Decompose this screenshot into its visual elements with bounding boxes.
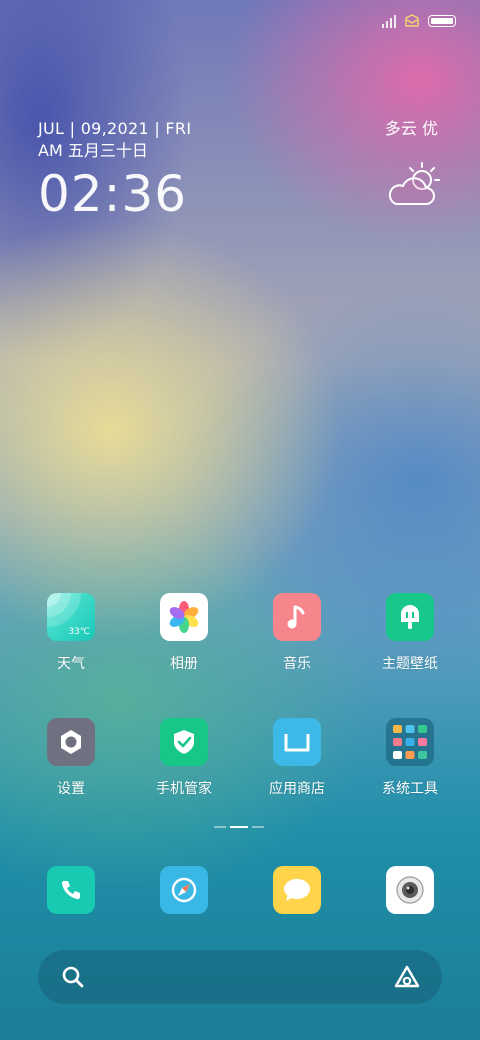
- system-tools-folder-icon: [386, 718, 434, 766]
- app-label: 主题壁纸: [382, 656, 438, 672]
- app-folder-system-tools[interactable]: 系统工具: [362, 718, 458, 798]
- dock-camera[interactable]: [362, 866, 458, 914]
- app-label: 设置: [57, 781, 85, 797]
- time-text: 02:36: [38, 165, 188, 223]
- phone-icon: [47, 866, 95, 914]
- settings-app-icon: [47, 718, 95, 766]
- status-bar: [382, 12, 456, 30]
- messages-icon: [273, 866, 321, 914]
- clock-widget[interactable]: JUL | 09,2021 | FRI AM 五月三十日 02:36: [38, 118, 191, 222]
- battery-icon: [428, 15, 456, 27]
- search-icon[interactable]: [60, 964, 86, 990]
- dock-messages[interactable]: [249, 866, 345, 914]
- security-app-icon: [160, 718, 208, 766]
- browser-icon: [160, 866, 208, 914]
- app-label: 应用商店: [269, 781, 325, 797]
- global-search-bar[interactable]: [38, 950, 442, 1004]
- lunar-date-text: AM 五月三十日: [38, 141, 148, 160]
- theme-app-icon: [386, 593, 434, 641]
- app-label: 系统工具: [382, 781, 438, 797]
- weather-summary[interactable]: 多云 优: [385, 118, 438, 140]
- sms-icon: [405, 14, 419, 27]
- signal-icon: [382, 14, 396, 28]
- app-settings[interactable]: 设置: [23, 718, 119, 798]
- dock-phone[interactable]: [23, 866, 119, 914]
- app-music[interactable]: 音乐: [249, 593, 345, 673]
- dock-browser[interactable]: [136, 866, 232, 914]
- page-indicator[interactable]: [214, 826, 264, 829]
- app-label: 手机管家: [156, 781, 212, 797]
- app-weather[interactable]: 33℃ 天气: [23, 593, 119, 673]
- cloudy-sun-icon[interactable]: [386, 160, 442, 210]
- app-gallery[interactable]: 相册: [136, 593, 232, 673]
- camera-icon: [386, 866, 434, 914]
- app-store-icon: [273, 718, 321, 766]
- weather-app-icon: 33℃: [47, 593, 95, 641]
- app-label: 相册: [170, 656, 198, 672]
- date-text: JUL | 09,2021 | FRI: [38, 119, 192, 138]
- temperature-badge: 33℃: [68, 627, 90, 637]
- music-app-icon: [273, 593, 321, 641]
- app-themes[interactable]: 主题壁纸: [362, 593, 458, 673]
- app-store[interactable]: 应用商店: [249, 718, 345, 798]
- assistant-icon[interactable]: [392, 964, 422, 990]
- app-label: 音乐: [283, 656, 311, 672]
- app-label: 天气: [57, 656, 85, 672]
- app-security[interactable]: 手机管家: [136, 718, 232, 798]
- gallery-app-icon: [160, 593, 208, 641]
